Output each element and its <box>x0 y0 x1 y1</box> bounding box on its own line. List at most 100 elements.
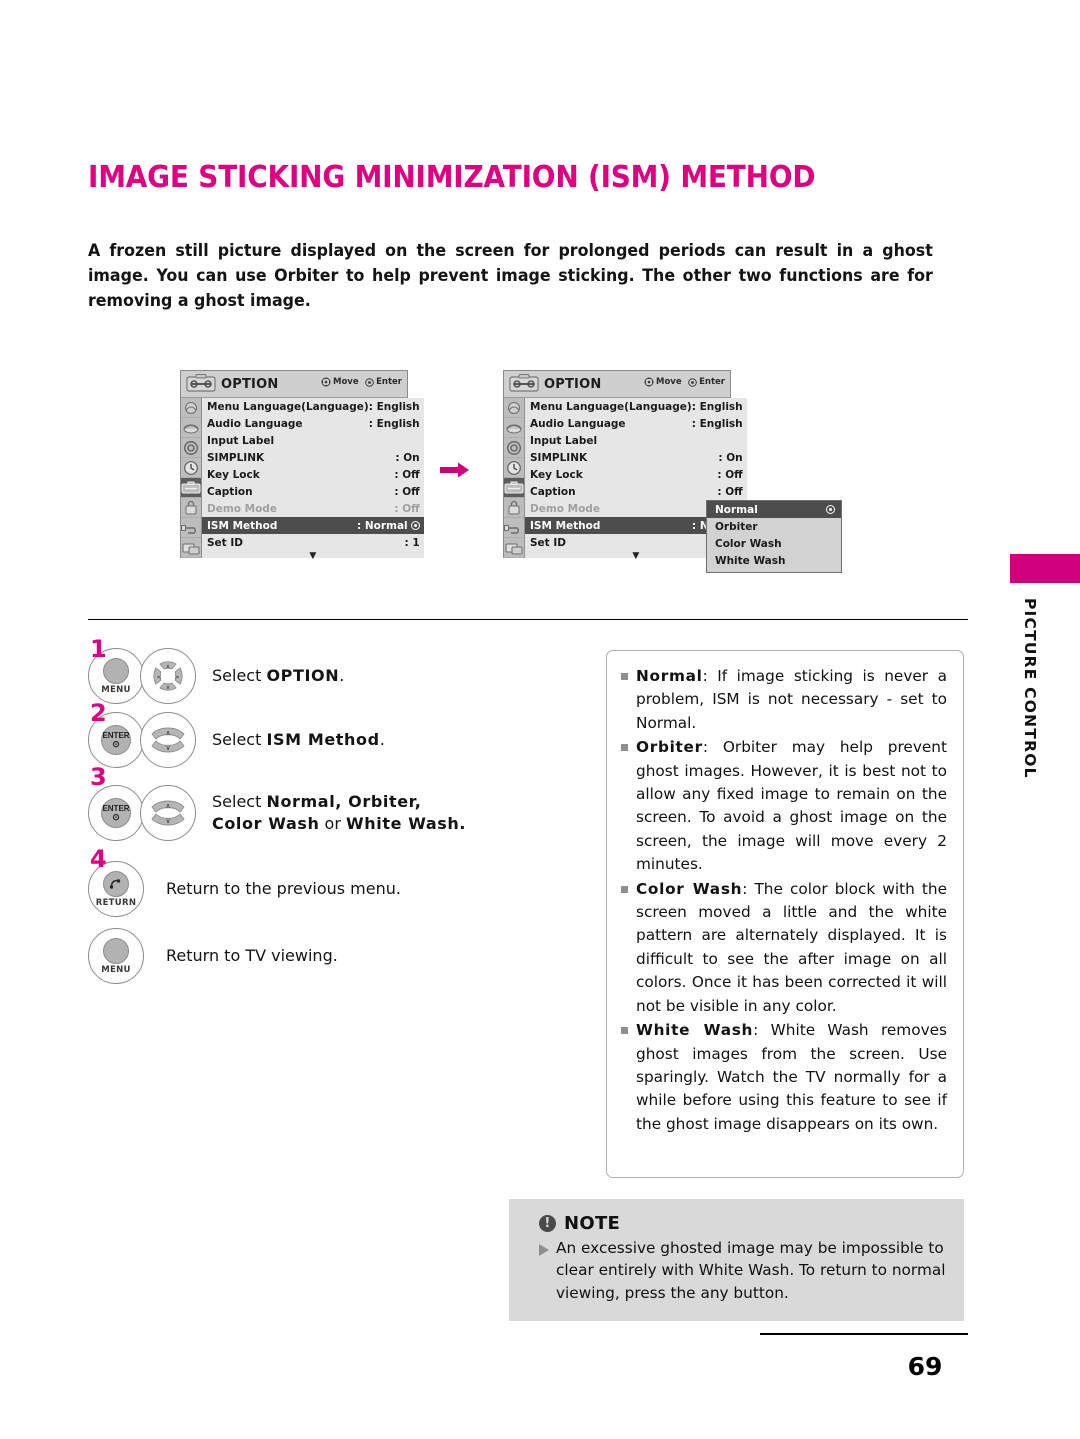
step-1-text-bold: OPTION <box>266 666 340 685</box>
osd-row-value: : Off <box>717 468 743 481</box>
osd-row[interactable]: Key Lock : Off <box>525 466 747 483</box>
osd-hint-move: Move <box>320 377 359 387</box>
rail-icon-usb[interactable] <box>504 518 524 538</box>
osd-row[interactable]: Caption : Off <box>525 483 747 500</box>
updown-button[interactable]: ∧ ∨ <box>140 785 196 841</box>
bullet-square-icon <box>621 673 628 680</box>
osd-row[interactable]: Menu Language(Language) : English <box>525 398 747 415</box>
section-divider <box>88 619 968 620</box>
osd-row[interactable]: Caption : Off <box>202 483 424 500</box>
rail-icon-input[interactable] <box>504 538 524 558</box>
osd-row-value: : Normal <box>357 520 420 532</box>
osd-menu-before: OPTION Move Enter Menu Language(Language… <box>180 370 424 561</box>
step-1: 1 MENU ∧ ∨ < > Select OPTION. <box>88 637 558 707</box>
osd-row[interactable]: Menu Language(Language) : English <box>202 398 424 415</box>
osd-hints: Move Enter <box>643 377 725 387</box>
svg-text:∨: ∨ <box>166 684 170 691</box>
step-4: 4 RETURN Return to the previous menu. <box>88 847 558 923</box>
dropdown-option-color-wash[interactable]: Color Wash <box>707 535 841 552</box>
dropdown-option-label: Orbiter <box>715 520 758 533</box>
intro-paragraph: A frozen still picture displayed on the … <box>88 241 933 310</box>
rail-icon-time[interactable] <box>504 458 524 478</box>
description-term: Orbiter <box>636 738 703 757</box>
up-down-arrows-icon: ∧ ∨ <box>151 727 185 753</box>
rail-icon-picture[interactable] <box>181 398 201 418</box>
step-4-text: Return to the previous menu. <box>166 878 401 900</box>
step-5-text-prefix: Return to TV viewing. <box>166 946 338 965</box>
page-title: IMAGE STICKING MINIMIZATION (ISM) METHOD <box>88 160 816 195</box>
osd-row-label: Menu Language(Language) <box>530 400 692 413</box>
osd-row-selected-ism-method[interactable]: ISM Method : Normal <box>202 517 424 534</box>
description-text: Orbiter: Orbiter may help prevent ghost … <box>636 736 947 876</box>
osd-row[interactable]: SIMPLINK : On <box>202 449 424 466</box>
up-down-arrows-icon: ∧ ∨ <box>151 800 185 826</box>
osd-option-list: Menu Language(Language) : English Audio … <box>202 398 424 561</box>
move-label: Move <box>656 377 682 387</box>
enter-button-cap: ENTER ⊙ <box>101 725 131 755</box>
osd-row-value: : English <box>368 417 420 430</box>
osd-category-rail <box>181 398 202 558</box>
side-tab-marker <box>1010 554 1080 583</box>
enter-dot-icon: ⊙ <box>112 738 120 749</box>
dropdown-option-normal[interactable]: Normal <box>707 501 841 518</box>
rail-icon-audio[interactable] <box>181 418 201 438</box>
osd-title: OPTION <box>544 376 602 392</box>
rail-icon-usb[interactable] <box>181 518 201 538</box>
osd-row-value: : English <box>691 400 743 413</box>
osd-header: OPTION Move Enter <box>504 371 730 398</box>
menu-button[interactable]: MENU <box>88 928 144 984</box>
rail-icon-settings[interactable] <box>504 438 524 458</box>
osd-row[interactable]: Input Label <box>525 432 747 449</box>
osd-scroll-down-icon[interactable]: ▼ <box>202 551 424 565</box>
updown-button[interactable]: ∧ ∨ <box>140 712 196 768</box>
step-3-text: Select Normal, Orbiter, Color Wash or Wh… <box>212 791 466 835</box>
svg-text:∧: ∧ <box>165 729 170 737</box>
note-heading: ! NOTE <box>539 1213 946 1234</box>
step-3-text-bold: Normal, Orbiter, <box>266 792 422 811</box>
rail-icon-audio[interactable] <box>504 418 524 438</box>
step-2-text: Select ISM Method. <box>212 729 385 751</box>
rail-icon-input[interactable] <box>181 538 201 558</box>
svg-text:∨: ∨ <box>165 744 170 752</box>
manual-page: IMAGE STICKING MINIMIZATION (ISM) METHOD… <box>0 0 1080 1439</box>
osd-row[interactable]: Audio Language : English <box>525 415 747 432</box>
exclamation-icon: ! <box>539 1215 556 1232</box>
osd-row[interactable]: Input Label <box>202 432 424 449</box>
osd-row-value: : Off <box>394 468 420 481</box>
rail-icon-time[interactable] <box>181 458 201 478</box>
dropdown-option-orbiter[interactable]: Orbiter <box>707 518 841 535</box>
move-label: Move <box>333 377 359 387</box>
step-number: 3 <box>90 763 107 791</box>
enter-button[interactable]: ENTER ⊙ <box>88 785 144 841</box>
step-5: MENU Return to TV viewing. <box>88 925 558 987</box>
step-2-text-suffix: . <box>379 730 385 749</box>
dropdown-option-white-wash[interactable]: White Wash <box>707 552 841 569</box>
rail-icon-settings[interactable] <box>181 438 201 458</box>
enter-dot-icon <box>687 377 697 387</box>
osd-row[interactable]: SIMPLINK : On <box>525 449 747 466</box>
description-normal: Normal: If image sticking is never a pro… <box>621 665 947 735</box>
rail-icon-lock[interactable] <box>181 498 201 518</box>
bullet-square-icon <box>621 744 628 752</box>
page-number: 69 <box>907 1352 943 1381</box>
osd-row[interactable]: Key Lock : Off <box>202 466 424 483</box>
rail-icon-lock[interactable] <box>504 498 524 518</box>
description-white-wash: White Wash: White Wash removes ghost ima… <box>621 1019 947 1136</box>
osd-row-value: : Off <box>394 485 420 498</box>
osd-hint-move: Move <box>643 377 682 387</box>
rail-icon-option[interactable] <box>181 478 201 498</box>
osd-row[interactable]: Set ID : 1 <box>202 534 424 551</box>
note-text: An excessive ghosted image may be imposs… <box>556 1239 946 1302</box>
ism-method-dropdown[interactable]: Normal Orbiter Color Wash White Wash <box>706 500 842 573</box>
osd-row-value: : English <box>368 400 420 413</box>
rail-icon-picture[interactable] <box>504 398 524 418</box>
svg-text:<: < <box>156 674 161 681</box>
osd-row-disabled: Demo Mode : Off <box>202 500 424 517</box>
step-number: 1 <box>90 635 107 663</box>
osd-row[interactable]: Audio Language : English <box>202 415 424 432</box>
menu-button-label: MENU <box>101 964 131 975</box>
dpad-button[interactable]: ∧ ∨ < > <box>140 648 196 704</box>
osd-row-value: : English <box>691 417 743 430</box>
osd-title: OPTION <box>221 376 279 392</box>
rail-icon-option[interactable] <box>504 478 524 498</box>
